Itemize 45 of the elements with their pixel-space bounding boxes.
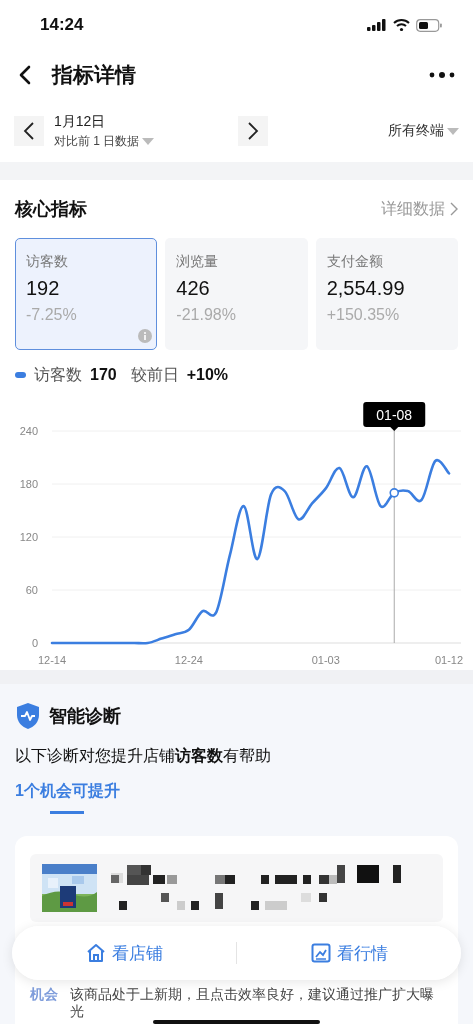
- legend-label: 访客数: [34, 364, 82, 385]
- compare-label: 较前日: [130, 364, 179, 385]
- y-axis-label: 120: [19, 531, 38, 543]
- next-day-button[interactable]: [238, 116, 268, 146]
- legend-value: 170: [90, 366, 117, 384]
- battery-icon: [416, 18, 443, 32]
- action-button[interactable]: 看行情: [237, 940, 461, 966]
- terminal-dropdown[interactable]: 所有终端: [388, 122, 459, 140]
- opportunity-tag: 机会: [30, 986, 58, 1020]
- compare-dropdown[interactable]: 对比前 1 日数据: [54, 132, 228, 150]
- metric-card[interactable]: 支付金额 2,554.99 +150.35%: [315, 238, 458, 350]
- y-axis-label: 180: [19, 478, 38, 490]
- chart-icon: [310, 943, 331, 963]
- y-axis-label: 60: [25, 584, 38, 596]
- back-icon[interactable]: [18, 65, 32, 85]
- status-time: 14:24: [40, 15, 84, 35]
- metric-card[interactable]: 浏览量 426 -21.98%: [165, 238, 308, 350]
- signal-icon: [367, 19, 387, 31]
- section-title: 核心指标: [15, 198, 87, 221]
- more-icon[interactable]: [429, 71, 455, 79]
- wifi-icon: [393, 19, 410, 31]
- page-title: 指标详情: [52, 62, 136, 88]
- chevron-left-icon: [23, 121, 35, 141]
- chevron-right-icon: [450, 202, 458, 216]
- date-label: 1月12日: [54, 112, 107, 131]
- opportunity-text: 该商品处于上新期，且点击效率良好，建议通过推广扩大曝光: [70, 986, 435, 1020]
- previous-day-button[interactable]: [14, 116, 44, 146]
- x-axis-label: 01-03: [311, 654, 340, 666]
- x-axis-label: 01-12: [434, 654, 464, 666]
- shield-icon: [15, 702, 41, 730]
- compare-value: +10%: [186, 366, 229, 384]
- diagnosis-summary: 以下诊断对您提升店铺访客数有帮助: [15, 746, 272, 766]
- data-point-marker: [389, 488, 400, 498]
- house-icon: [85, 943, 106, 963]
- x-tick-label: 01-08: [376, 407, 413, 423]
- section-title: 智能诊断: [49, 705, 121, 728]
- product-row[interactable]: [30, 854, 443, 922]
- x-axis-label: 12-14: [37, 654, 67, 666]
- action-button[interactable]: 看店铺: [12, 940, 236, 966]
- metric-card[interactable]: 访客数 192 -7.25%: [15, 238, 158, 350]
- y-axis-label: 240: [19, 425, 38, 437]
- y-axis-label: 0: [31, 637, 38, 649]
- chevron-right-icon: [247, 121, 259, 141]
- tooltip: 01-08: [363, 402, 426, 644]
- x-axis-label: 12-24: [174, 654, 203, 666]
